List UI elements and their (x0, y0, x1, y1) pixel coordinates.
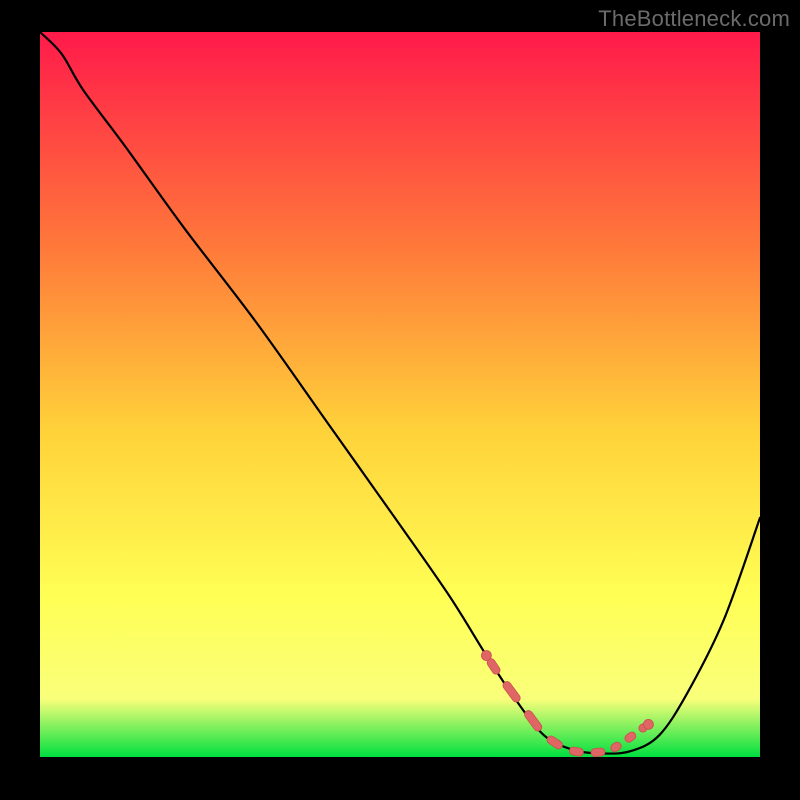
watermark-text: TheBottleneck.com (598, 6, 790, 32)
marker-segment (591, 748, 606, 757)
gradient-background (40, 32, 760, 757)
chart-frame: TheBottleneck.com (0, 0, 800, 800)
bottleneck-chart (0, 0, 800, 800)
marker-endpoint (643, 719, 653, 729)
marker-endpoint (481, 651, 491, 661)
